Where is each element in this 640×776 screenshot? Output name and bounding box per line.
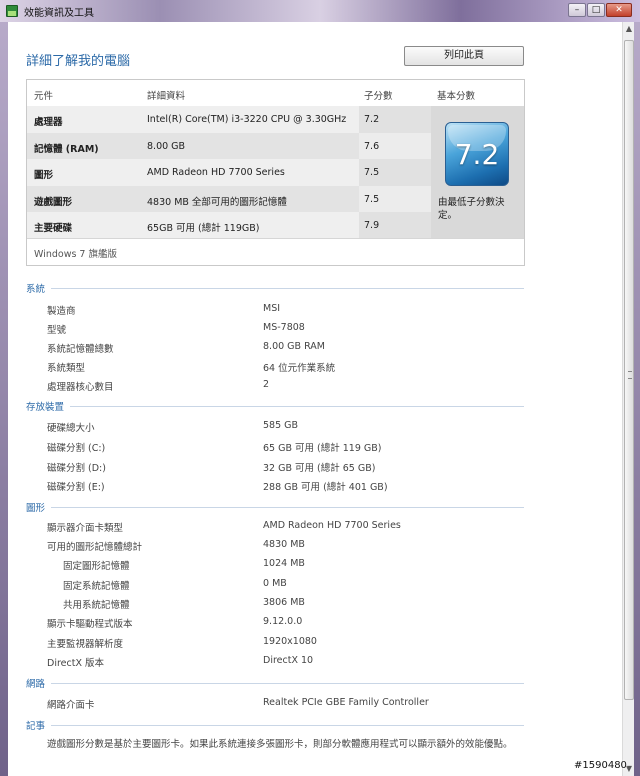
maximize-button[interactable]: □ — [587, 3, 605, 17]
header-component: 元件 — [34, 91, 54, 102]
section-storage-heading: 存放裝置 — [26, 399, 524, 413]
shared-system-memory-label: 共用系統記憶體 — [63, 600, 130, 611]
cpu-cores-label: 處理器核心數目 — [47, 382, 114, 393]
partition-d-value: 32 GB 可用 (總計 65 GB) — [263, 463, 376, 474]
disk-total-label: 硬碟總大小 — [47, 423, 95, 434]
disk-total-value: 585 GB — [263, 420, 299, 431]
section-system-heading: 系統 — [26, 281, 524, 295]
display-adapter-value: AMD Radeon HD 7700 Series — [263, 520, 401, 531]
window-frame-left — [0, 22, 8, 776]
base-score-panel: 7.2 由最低子分數決定。 — [431, 106, 524, 238]
dedicated-graphics-memory-value: 1024 MB — [263, 558, 305, 569]
component-subscore: 7.6 — [364, 140, 380, 152]
component-name: 圖形 — [34, 170, 54, 181]
monitor-resolution-label: 主要監視器解析度 — [47, 639, 124, 650]
component-name: 遊戲圖形 — [34, 196, 73, 208]
performance-app-icon — [6, 5, 18, 17]
component-subscore: 7.5 — [364, 167, 380, 178]
header-base-score: 基本分數 — [437, 91, 476, 102]
driver-version-label: 顯示卡驅動程式版本 — [47, 619, 133, 630]
section-network-heading: 網路 — [26, 676, 524, 690]
system-manufacturer-value: MSI — [263, 303, 281, 314]
windows-edition: Windows 7 旗艦版 — [34, 249, 117, 260]
scroll-thumb[interactable] — [624, 40, 634, 700]
directx-version-value: DirectX 10 — [263, 655, 314, 666]
minimize-button[interactable]: – — [568, 3, 586, 17]
partition-e-label: 磁碟分割 (E:) — [47, 482, 105, 493]
monitor-resolution-value: 1920x1080 — [263, 636, 317, 647]
section-title: 圖形 — [26, 503, 46, 514]
component-name: 記憶體 (RAM) — [34, 143, 99, 155]
score-row-graphics: 圖形 AMD Radeon HD 7700 Series 7.5 — [27, 159, 431, 186]
score-row-gaming-graphics: 遊戲圖形 4830 MB 全部可用的圖形記憶體 7.5 — [27, 185, 431, 212]
partition-d-label: 磁碟分割 (D:) — [47, 463, 106, 474]
page-title: 詳細了解我的電腦 — [26, 54, 131, 69]
component-details: 8.00 GB — [147, 140, 186, 152]
system-memory-label: 系統記憶體總數 — [47, 344, 114, 355]
content-area: 詳細了解我的電腦 列印此頁 元件 詳細資料 子分數 基本分數 處理器 Intel… — [8, 22, 622, 776]
header-details: 詳細資料 — [147, 91, 186, 102]
system-model-label: 型號 — [47, 325, 67, 336]
component-details: 4830 MB 全部可用的圖形記憶體 — [147, 196, 287, 208]
network-adapter-value: Realtek PCIe GBE Family Controller — [263, 697, 429, 708]
system-type-label: 系統類型 — [47, 363, 86, 374]
section-notes-heading: 記事 — [26, 718, 524, 732]
component-subscore: 7.5 — [364, 193, 380, 205]
score-row-cpu: 處理器 Intel(R) Core(TM) i3-3220 CPU @ 3.30… — [27, 106, 431, 133]
score-table-header: 元件 詳細資料 子分數 基本分數 — [27, 80, 524, 106]
partition-c-label: 磁碟分割 (C:) — [47, 443, 106, 454]
system-manufacturer-label: 製造商 — [47, 306, 76, 317]
cpu-cores-value: 2 — [263, 379, 270, 390]
component-details: AMD Radeon HD 7700 Series — [147, 167, 285, 178]
component-name: 處理器 — [34, 117, 63, 128]
partition-c-value: 65 GB 可用 (總計 119 GB) — [263, 443, 382, 454]
dedicated-graphics-memory-label: 固定圖形記憶體 — [63, 561, 130, 572]
directx-version-label: DirectX 版本 — [47, 658, 104, 669]
component-subscore: 7.2 — [364, 114, 380, 125]
window-controls: – □ ✕ — [567, 3, 632, 17]
component-name: 主要硬碟 — [34, 223, 73, 234]
section-title: 系統 — [26, 284, 46, 295]
scroll-up-arrow-icon[interactable]: ▲ — [623, 22, 635, 36]
network-adapter-label: 網路介面卡 — [47, 700, 95, 711]
graphics-memory-total-label: 可用的圖形記憶體總計 — [47, 542, 143, 553]
driver-version-value: 9.12.0.0 — [263, 616, 303, 627]
section-title: 記事 — [26, 721, 46, 732]
vertical-scrollbar[interactable]: ▲ ▼ — [622, 22, 634, 776]
header-subscore: 子分數 — [364, 91, 393, 102]
partition-e-value: 288 GB 可用 (總計 401 GB) — [263, 482, 388, 493]
display-adapter-label: 顯示器介面卡類型 — [47, 523, 124, 534]
system-model-value: MS-7808 — [263, 322, 305, 333]
section-graphics-heading: 圖形 — [26, 500, 524, 514]
section-title: 網路 — [26, 679, 46, 690]
score-table: 元件 詳細資料 子分數 基本分數 處理器 Intel(R) Core(TM) i… — [26, 79, 525, 266]
component-details: 65GB 可用 (總計 119GB) — [147, 223, 260, 234]
base-score-caption: 由最低子分數決定。 — [438, 197, 505, 221]
section-title: 存放裝置 — [26, 402, 65, 413]
graphics-memory-total-value: 4830 MB — [263, 539, 305, 550]
dedicated-system-memory-value: 0 MB — [263, 578, 287, 589]
system-memory-value: 8.00 GB RAM — [263, 341, 325, 352]
shared-system-memory-value: 3806 MB — [263, 597, 305, 608]
print-page-button[interactable]: 列印此頁 — [404, 46, 524, 66]
base-score-value: 7.2 — [454, 138, 500, 171]
base-score-badge: 7.2 — [445, 122, 509, 186]
component-details: Intel(R) Core(TM) i3-3220 CPU @ 3.30GHz — [147, 114, 347, 125]
system-type-value: 64 位元作業系統 — [263, 363, 336, 374]
component-subscore: 7.9 — [364, 220, 380, 231]
window-titlebar: 效能資訊及工具 – □ ✕ — [0, 0, 640, 22]
score-row-ram: 記憶體 (RAM) 8.00 GB 7.6 — [27, 132, 431, 159]
score-row-primary-disk: 主要硬碟 65GB 可用 (總計 119GB) 7.9 — [27, 212, 431, 239]
notes-text: 遊戲圖形分數是基於主要圖形卡。如果此系統連接多張圖形卡，則部分軟體應用程式可以顯… — [47, 739, 513, 750]
close-button[interactable]: ✕ — [606, 3, 632, 17]
window-title: 效能資訊及工具 — [24, 7, 94, 19]
divider — [27, 238, 524, 239]
image-watermark: #1590480 — [574, 760, 627, 771]
dedicated-system-memory-label: 固定系統記憶體 — [63, 581, 130, 592]
